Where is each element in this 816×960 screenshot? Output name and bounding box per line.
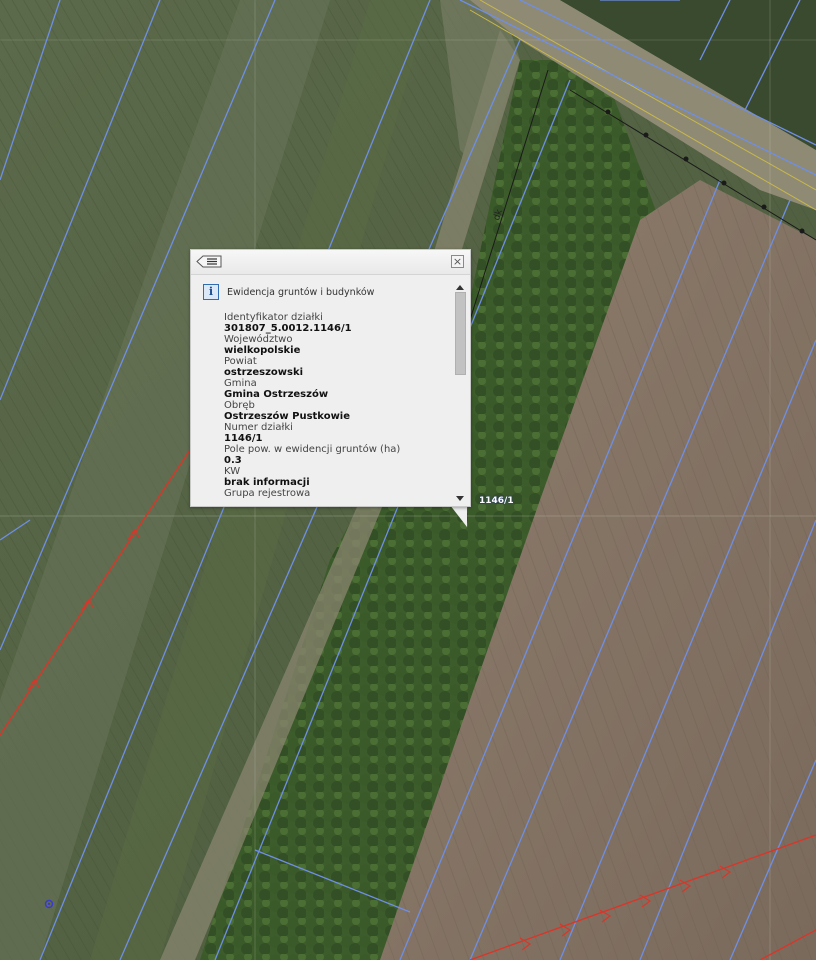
attr-label: Obręb xyxy=(224,400,255,411)
attr-land-register: KW brak informacji xyxy=(224,466,444,488)
attr-label: Grupa rejestrowa xyxy=(224,488,311,499)
close-button[interactable]: × xyxy=(451,255,464,268)
scroll-down-arrow-icon[interactable] xyxy=(456,496,464,501)
scroll-thumb[interactable] xyxy=(455,292,466,375)
popup-header: × xyxy=(191,250,470,275)
parcel-number-label: 1146/1 xyxy=(479,496,514,506)
attr-label: Numer działki xyxy=(224,422,293,433)
attr-value: brak informacji xyxy=(224,477,310,488)
attr-label: Pole pow. w ewidencji gruntów (ha) xyxy=(224,444,401,455)
attr-value: ostrzeszowski xyxy=(224,367,304,378)
close-icon: × xyxy=(452,255,463,268)
attr-value: 1146/1 xyxy=(224,433,263,444)
attr-label: Powiat xyxy=(224,356,257,367)
layer-header: i Ewidencja gruntów i budynków xyxy=(203,284,374,300)
info-icon: i xyxy=(203,284,219,300)
attr-value: Gmina Ostrzeszów xyxy=(224,389,329,400)
popup-scrollbar[interactable] xyxy=(454,282,467,504)
list-back-icon[interactable] xyxy=(196,255,222,268)
attr-label: Województwo xyxy=(224,334,293,345)
attr-label: Gmina xyxy=(224,378,257,389)
attr-area: Pole pow. w ewidencji gruntów (ha) 0.3 xyxy=(224,444,444,466)
attr-precinct: Obręb Ostrzeszów Pustkowie xyxy=(224,400,444,422)
attr-commune: Gmina Gmina Ostrzeszów xyxy=(224,378,444,400)
attr-value: Ostrzeszów Pustkowie xyxy=(224,411,351,422)
attr-label: Identyfikator działki xyxy=(224,312,323,323)
attr-county: Powiat ostrzeszowski xyxy=(224,356,444,378)
scroll-up-arrow-icon[interactable] xyxy=(456,285,464,290)
attr-parcel-number: Numer działki 1146/1 xyxy=(224,422,444,444)
feature-info-popup: × i Ewidencja gruntów i budynków Identyf… xyxy=(190,249,471,507)
popup-pointer xyxy=(450,505,467,527)
attr-value: wielkopolskie xyxy=(224,345,301,356)
attr-value: 0.3 xyxy=(224,455,242,466)
attr-register-group: Grupa rejestrowa xyxy=(224,488,444,500)
attr-voivodeship: Województwo wielkopolskie xyxy=(224,334,444,356)
attr-label: KW xyxy=(224,466,241,477)
attr-value xyxy=(224,499,444,500)
attr-identifier: Identyfikator działki 301807_5.0012.1146… xyxy=(224,312,444,334)
layer-title: Ewidencja gruntów i budynków xyxy=(227,286,375,298)
attr-value: 301807_5.0012.1146/1 xyxy=(224,323,352,334)
attribute-list[interactable]: Identyfikator działki 301807_5.0012.1146… xyxy=(224,312,444,500)
